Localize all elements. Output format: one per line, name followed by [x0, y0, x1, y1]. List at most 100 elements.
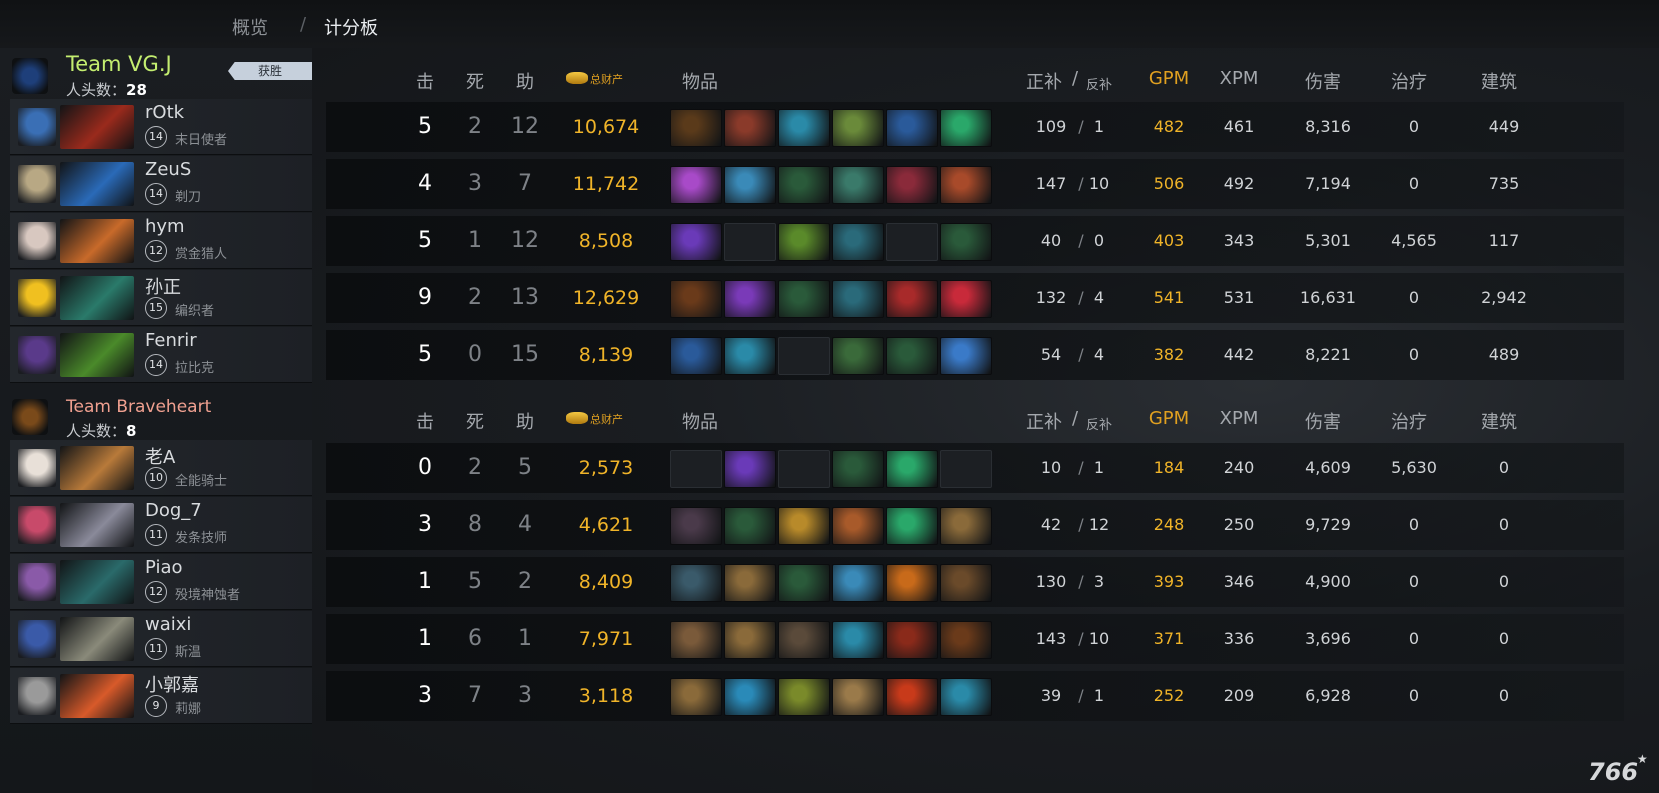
map-icon[interactable]: [832, 678, 884, 716]
staff-icon[interactable]: [832, 450, 884, 488]
header-networth: 总财产: [590, 73, 623, 86]
wind-icon[interactable]: [724, 337, 776, 375]
player-avatar[interactable]: [18, 165, 56, 203]
club-icon[interactable]: [778, 621, 830, 659]
spike-icon[interactable]: [670, 507, 722, 545]
orb-icon[interactable]: [940, 337, 992, 375]
blade-icon[interactable]: [886, 280, 938, 318]
armor-icon[interactable]: [724, 109, 776, 147]
player-name[interactable]: Piao: [145, 557, 183, 578]
building-value: 117: [1488, 231, 1520, 250]
scroll-icon[interactable]: [940, 507, 992, 545]
player-avatar[interactable]: [18, 563, 56, 601]
hero-portrait[interactable]: [60, 560, 134, 604]
staff-icon[interactable]: [724, 507, 776, 545]
crown-icon[interactable]: [832, 223, 884, 261]
player-name[interactable]: 小郭嘉: [145, 671, 199, 697]
player-avatar[interactable]: [18, 506, 56, 544]
boots-icon[interactable]: [886, 507, 938, 545]
hood-icon[interactable]: [886, 621, 938, 659]
mask-icon[interactable]: [778, 223, 830, 261]
axe-icon[interactable]: [778, 109, 830, 147]
frog-icon[interactable]: [778, 678, 830, 716]
orb-icon[interactable]: [670, 166, 722, 204]
player-name[interactable]: 孙正: [145, 273, 181, 299]
player-card[interactable]: 老A 10 全能骑士: [10, 440, 312, 496]
player-card[interactable]: 小郭嘉 9 莉娜: [10, 668, 312, 724]
player-avatar[interactable]: [18, 279, 56, 317]
player-card[interactable]: waixi 11 斯温: [10, 611, 312, 667]
amulet-icon[interactable]: [670, 337, 722, 375]
player-avatar[interactable]: [18, 677, 56, 715]
last-hits-value: 147: [1035, 174, 1067, 193]
hero-portrait[interactable]: [60, 105, 134, 149]
claw-icon[interactable]: [670, 109, 722, 147]
pouch-icon[interactable]: [778, 507, 830, 545]
player-card[interactable]: 孙正 15 编织者: [10, 270, 312, 326]
wand-icon[interactable]: [832, 337, 884, 375]
player-card[interactable]: Fenrir 14 拉比克: [10, 327, 312, 383]
player-avatar[interactable]: [18, 336, 56, 374]
player-name[interactable]: ZeuS: [145, 159, 191, 180]
staff-icon[interactable]: [778, 564, 830, 602]
hero-portrait[interactable]: [60, 276, 134, 320]
fire-icon[interactable]: [886, 564, 938, 602]
player-card[interactable]: Piao 12 殁境神蚀者: [10, 554, 312, 610]
staff-icon[interactable]: [778, 166, 830, 204]
crown-icon[interactable]: [832, 166, 884, 204]
player-name[interactable]: 老A: [145, 443, 175, 469]
boots-icon[interactable]: [940, 109, 992, 147]
hero-portrait[interactable]: [60, 617, 134, 661]
player-card[interactable]: rOtk 14 末日使者: [10, 99, 312, 155]
dragon-icon[interactable]: [886, 109, 938, 147]
sword-icon[interactable]: [724, 280, 776, 318]
player-card[interactable]: Dog_7 11 发条技师: [10, 497, 312, 553]
wind-icon[interactable]: [940, 678, 992, 716]
hero-portrait[interactable]: [60, 674, 134, 718]
player-avatar[interactable]: [18, 620, 56, 658]
player-name[interactable]: Fenrir: [145, 330, 197, 351]
hero-portrait[interactable]: [60, 333, 134, 377]
hero-portrait[interactable]: [60, 219, 134, 263]
player-card[interactable]: ZeuS 14 剃刀: [10, 156, 312, 212]
player-name[interactable]: hym: [145, 216, 185, 237]
boots-icon[interactable]: [670, 280, 722, 318]
staff-icon[interactable]: [940, 223, 992, 261]
tab-overview[interactable]: 概览: [232, 14, 268, 40]
tab-scoreboard[interactable]: 计分板: [324, 14, 378, 40]
scroll-icon[interactable]: [670, 678, 722, 716]
cape-icon[interactable]: [940, 280, 992, 318]
player-name[interactable]: rOtk: [145, 102, 184, 123]
orb-icon[interactable]: [670, 223, 722, 261]
hero-portrait[interactable]: [60, 446, 134, 490]
orb-icon[interactable]: [724, 450, 776, 488]
bottle-icon[interactable]: [724, 678, 776, 716]
boots-icon[interactable]: [940, 621, 992, 659]
boots-icon[interactable]: [886, 450, 938, 488]
drum-icon[interactable]: [832, 109, 884, 147]
bottle-icon[interactable]: [832, 564, 884, 602]
staff-icon[interactable]: [886, 337, 938, 375]
bottle-icon[interactable]: [724, 166, 776, 204]
hero-portrait[interactable]: [60, 503, 134, 547]
hatchet-icon[interactable]: [670, 621, 722, 659]
ball-icon[interactable]: [832, 507, 884, 545]
crown-icon[interactable]: [832, 280, 884, 318]
player-avatar[interactable]: [18, 449, 56, 487]
axe-icon[interactable]: [832, 621, 884, 659]
blade-icon[interactable]: [886, 166, 938, 204]
cape-icon[interactable]: [940, 166, 992, 204]
ring-icon[interactable]: [886, 678, 938, 716]
axe-icon[interactable]: [670, 564, 722, 602]
boots-icon[interactable]: [940, 564, 992, 602]
staff-icon[interactable]: [778, 280, 830, 318]
player-name[interactable]: waixi: [145, 614, 191, 635]
hero-portrait[interactable]: [60, 162, 134, 206]
player-card[interactable]: hym 12 赏金猎人: [10, 213, 312, 269]
scroll-icon[interactable]: [724, 621, 776, 659]
denies-value: 4: [1093, 345, 1105, 364]
player-avatar[interactable]: [18, 108, 56, 146]
scroll-icon[interactable]: [724, 564, 776, 602]
player-name[interactable]: Dog_7: [145, 500, 202, 521]
player-avatar[interactable]: [18, 222, 56, 260]
